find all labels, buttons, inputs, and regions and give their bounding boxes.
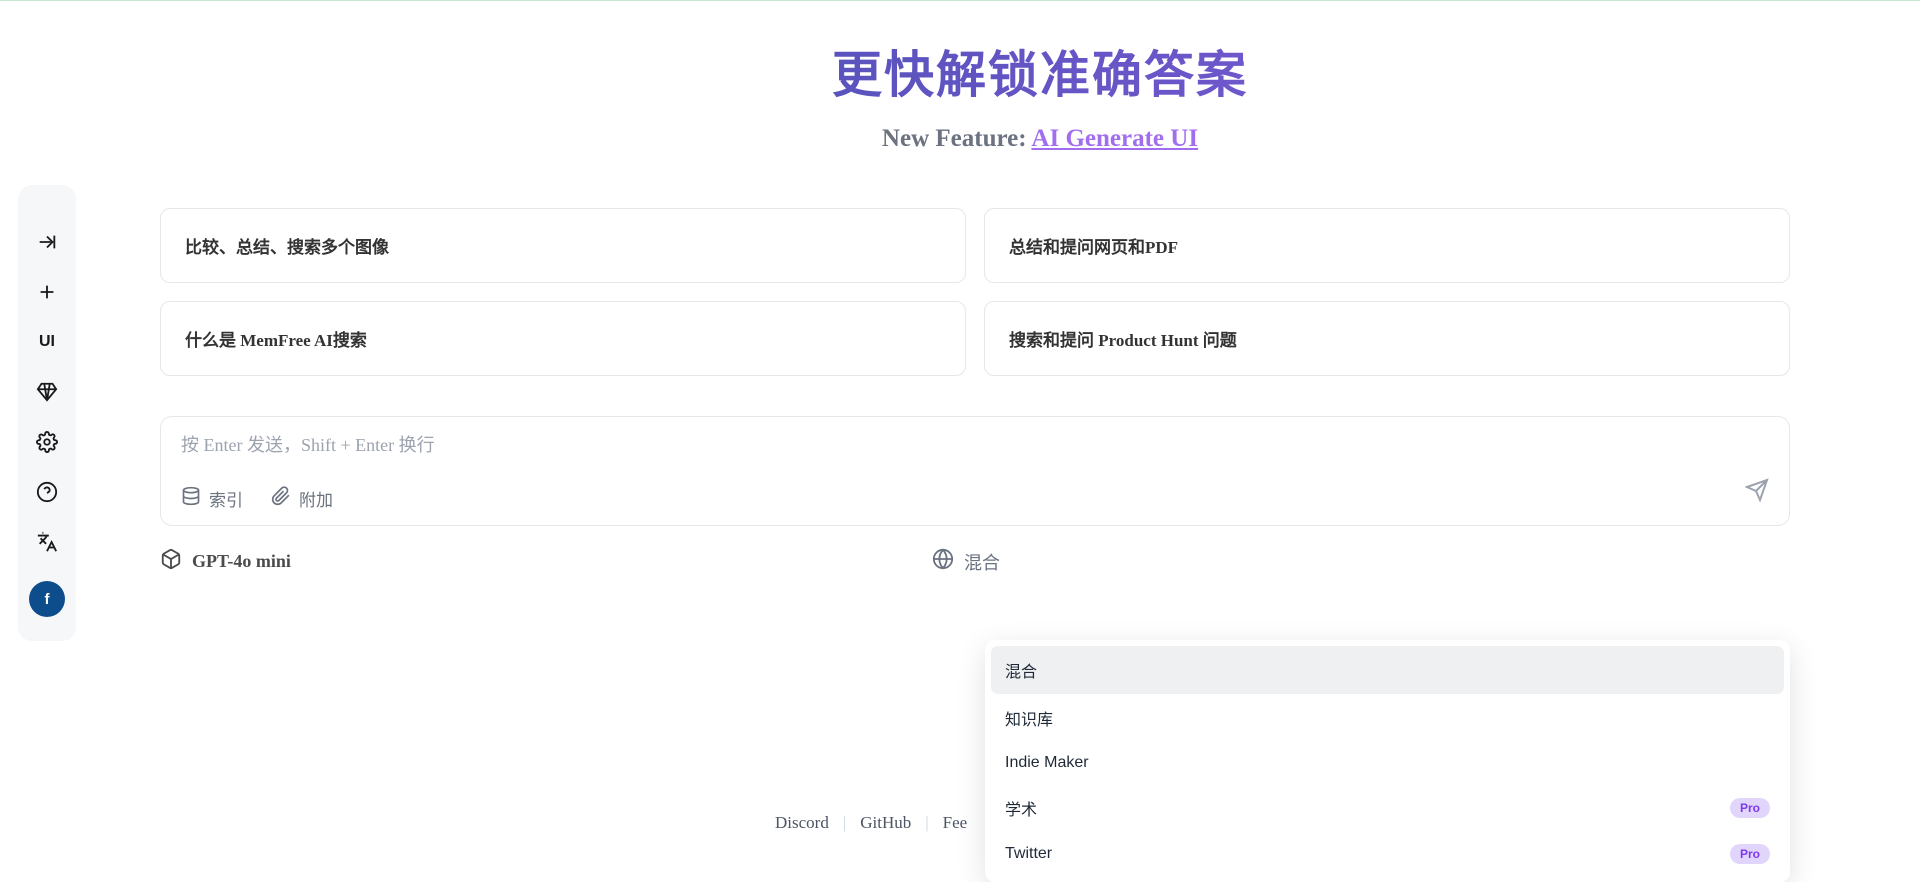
feedback-link[interactable]: Fee bbox=[943, 813, 968, 833]
dropdown-item-label: 混合 bbox=[1005, 658, 1037, 682]
send-icon bbox=[1745, 478, 1769, 502]
pro-badge: Pro bbox=[1730, 844, 1770, 864]
dropdown-item[interactable]: 学术 Pro bbox=[991, 784, 1784, 832]
subtitle-prefix: New Feature: bbox=[882, 125, 1032, 152]
ui-button[interactable]: UI bbox=[28, 323, 66, 361]
settings-icon[interactable] bbox=[28, 423, 66, 461]
cube-icon bbox=[160, 548, 182, 575]
send-button[interactable] bbox=[1745, 478, 1769, 507]
discord-link[interactable]: Discord bbox=[775, 813, 829, 833]
expand-icon[interactable] bbox=[28, 223, 66, 261]
github-link[interactable]: GitHub bbox=[860, 813, 911, 833]
attach-button[interactable]: 附加 bbox=[271, 486, 333, 511]
selectors-row: GPT-4o mini 混合 bbox=[160, 548, 1790, 575]
dropdown-item-label: Twitter bbox=[1005, 845, 1052, 863]
search-input-box: 索引 附加 bbox=[160, 416, 1790, 526]
separator: | bbox=[925, 813, 928, 833]
dropdown-item[interactable]: Indie Maker bbox=[991, 742, 1784, 784]
database-icon bbox=[181, 486, 201, 511]
paperclip-icon bbox=[271, 486, 291, 511]
suggestion-card[interactable]: 总结和提问网页和PDF bbox=[984, 208, 1790, 283]
suggestions-grid: 比较、总结、搜索多个图像 总结和提问网页和PDF 什么是 MemFree AI搜… bbox=[160, 208, 1790, 376]
model-label: GPT-4o mini bbox=[192, 551, 291, 572]
source-selector[interactable]: 混合 bbox=[932, 548, 1000, 575]
pro-badge: Pro bbox=[1730, 798, 1770, 818]
avatar[interactable]: f bbox=[29, 581, 65, 617]
dropdown-item-label: 知识库 bbox=[1005, 706, 1053, 730]
hero-subtitle: New Feature: AI Generate UI bbox=[160, 125, 1920, 153]
search-input[interactable] bbox=[181, 435, 1769, 456]
suggestion-card[interactable]: 什么是 MemFree AI搜索 bbox=[160, 301, 966, 376]
hero-title: 更快解锁准确答案 bbox=[160, 35, 1920, 107]
dropdown-item[interactable]: 混合 bbox=[991, 646, 1784, 694]
index-label: 索引 bbox=[209, 486, 243, 511]
input-actions: 索引 附加 bbox=[181, 486, 1769, 511]
dropdown-item-label: Indie Maker bbox=[1005, 754, 1089, 772]
source-dropdown: 混合 知识库 Indie Maker 学术 Pro Twitter Pro bbox=[985, 640, 1790, 882]
main-content: 更快解锁准确答案 New Feature: AI Generate UI 比较、… bbox=[160, 0, 1920, 575]
dropdown-item-label: 学术 bbox=[1005, 796, 1037, 820]
help-icon[interactable] bbox=[28, 473, 66, 511]
source-label: 混合 bbox=[964, 549, 1000, 575]
dropdown-item[interactable]: Twitter Pro bbox=[991, 832, 1784, 876]
suggestion-card[interactable]: 比较、总结、搜索多个图像 bbox=[160, 208, 966, 283]
dropdown-item[interactable]: 知识库 bbox=[991, 694, 1784, 742]
feature-link[interactable]: AI Generate UI bbox=[1031, 125, 1198, 152]
sidebar: UI f bbox=[18, 185, 76, 641]
index-button[interactable]: 索引 bbox=[181, 486, 243, 511]
attach-label: 附加 bbox=[299, 486, 333, 511]
separator: | bbox=[843, 813, 846, 833]
diamond-icon[interactable] bbox=[28, 373, 66, 411]
new-chat-button[interactable] bbox=[28, 273, 66, 311]
model-selector[interactable]: GPT-4o mini bbox=[160, 548, 291, 575]
suggestion-card[interactable]: 搜索和提问 Product Hunt 问题 bbox=[984, 301, 1790, 376]
translate-icon[interactable] bbox=[28, 523, 66, 561]
footer: Discord | GitHub | Fee bbox=[775, 813, 967, 833]
hero: 更快解锁准确答案 New Feature: AI Generate UI bbox=[160, 0, 1920, 153]
globe-icon bbox=[932, 548, 954, 575]
